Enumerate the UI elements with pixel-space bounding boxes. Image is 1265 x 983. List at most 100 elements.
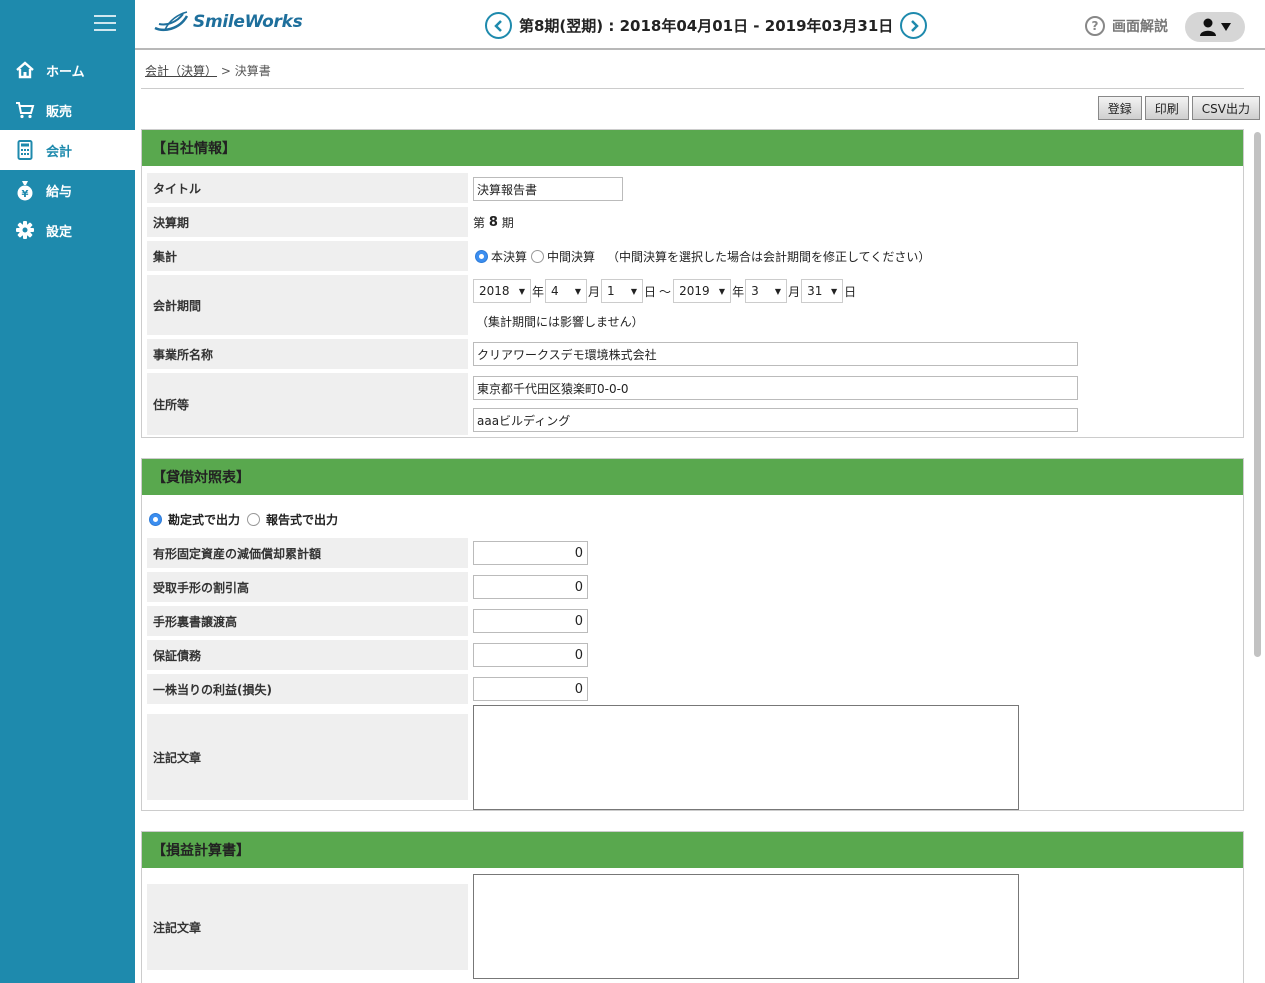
balance-row: 手形裏書譲渡高 [147, 606, 468, 636]
radio-label: 本決算 [491, 249, 528, 264]
income-note-textarea[interactable] [473, 874, 1019, 979]
notes-discount-input[interactable]: 0 [473, 575, 588, 599]
sidebar-item-label: 設定 [46, 224, 73, 240]
help-link[interactable]: ? 画面解説 [1085, 16, 1168, 36]
sidebar-item-label: ホーム [46, 64, 85, 80]
radio-label: 報告式で出力 [266, 513, 339, 527]
print-button[interactable]: 印刷 [1144, 96, 1189, 120]
field-label: 事業所名称 [147, 339, 468, 369]
term-prefix: 第 [473, 215, 486, 230]
month-unit: 月 [788, 284, 801, 299]
note-row: 注記文章 [147, 714, 468, 800]
title-input[interactable]: 決算報告書 [473, 177, 623, 201]
breadcrumb: 会計（決算） > 決算書 [145, 62, 271, 79]
title-row: タイトル [147, 173, 468, 203]
field-label: 住所等 [147, 373, 468, 435]
term-suffix: 期 [501, 215, 514, 230]
income-statement-section: 【損益計算書】 注記文章 [141, 831, 1244, 983]
main-content: 会計（決算） > 決算書 登録 印刷 CSV出力 【自社情報】 タイトル 決算報… [135, 52, 1260, 983]
field-label: 注記文章 [147, 714, 468, 800]
menu-icon[interactable] [94, 15, 116, 33]
register-button[interactable]: 登録 [1097, 96, 1142, 120]
balance-row: 有形固定資産の減価償却累計額 [147, 538, 468, 568]
field-label: 手形裏書譲渡高 [147, 606, 468, 636]
field-label: 決算期 [147, 207, 468, 237]
month-unit: 月 [588, 284, 601, 299]
start-month-select[interactable]: 4 ▼ [545, 279, 588, 303]
balance-note-textarea[interactable] [473, 705, 1019, 810]
endorsed-notes-input[interactable]: 0 [473, 609, 588, 633]
eps-input[interactable]: 0 [473, 677, 588, 701]
breadcrumb-link-accounting[interactable]: 会計（決算） [145, 64, 217, 78]
address-line2-input[interactable]: aaaビルディング [473, 408, 1078, 432]
output-format-options: 勘定式で出力 報告式で出力 [149, 511, 338, 528]
sidebar: ホーム 販売 会計 ¥ 給与 設定 [0, 0, 135, 983]
field-label: 有形固定資産の減価償却累計額 [147, 538, 468, 568]
day-unit: 日 [644, 284, 657, 299]
range-separator: 〜 [659, 284, 672, 299]
depreciation-input[interactable]: 0 [473, 541, 588, 565]
radio-interim-settlement[interactable] [531, 249, 545, 263]
start-year-select[interactable]: 2018 ▼ [473, 279, 531, 303]
end-day-select[interactable]: 31 ▼ [801, 279, 844, 303]
address-line1-input[interactable]: 東京都千代田区猿楽町0-0-0 [473, 376, 1078, 400]
section-header: 【損益計算書】 [142, 832, 1243, 868]
office-row: 事業所名称 [147, 339, 468, 369]
period-note: （集計期間には影響しません） [476, 315, 644, 329]
guarantee-obligation-input[interactable]: 0 [473, 643, 588, 667]
scrollbar[interactable] [1252, 52, 1263, 983]
radio-label: 中間決算 [547, 249, 596, 264]
year-unit: 年 [732, 284, 745, 299]
toolbar: 登録 印刷 CSV出力 [1097, 96, 1260, 120]
radio-report-format[interactable] [247, 513, 261, 526]
sidebar-item-settings[interactable]: 設定 [0, 210, 135, 250]
svg-text:¥: ¥ [22, 189, 29, 200]
period-selector: 第8期(翌期) : 2018年04月01日 - 2019年03月31日 [485, 12, 928, 39]
logo-text: SmileWorks [193, 12, 303, 32]
office-name-input[interactable]: クリアワークスデモ環境株式会社 [473, 342, 1078, 366]
csv-export-button[interactable]: CSV出力 [1191, 96, 1260, 120]
help-label: 画面解説 [1112, 19, 1168, 35]
balance-row: 受取手形の割引高 [147, 572, 468, 602]
yen-bag-icon: ¥ [14, 179, 36, 201]
sidebar-item-payroll[interactable]: ¥ 給与 [0, 170, 135, 210]
balance-sheet-section: 【貸借対照表】 勘定式で出力 報告式で出力 有形固定資産の減価償却累計額 0 受… [141, 458, 1244, 811]
year-unit: 年 [532, 284, 545, 299]
user-menu-button[interactable] [1185, 12, 1245, 42]
sidebar-item-accounting[interactable]: 会計 [0, 130, 135, 170]
radio-final-settlement[interactable] [475, 249, 488, 263]
prev-period-button[interactable] [485, 12, 512, 39]
gear-icon [14, 219, 36, 241]
term-row: 決算期 [147, 207, 468, 237]
divider [141, 88, 1244, 89]
breadcrumb-separator: > [220, 64, 231, 78]
balance-row: 保証債務 [147, 640, 468, 670]
start-day-select[interactable]: 1 ▼ [601, 279, 644, 303]
chevron-left-icon [493, 19, 502, 32]
caret-down-icon [1221, 23, 1231, 31]
radio-account-format[interactable] [149, 513, 162, 526]
section-header: 【貸借対照表】 [142, 459, 1243, 495]
question-icon: ? [1085, 16, 1105, 36]
next-period-button[interactable] [900, 12, 928, 39]
end-year-select[interactable]: 2019 ▼ [673, 279, 732, 303]
calculator-icon [14, 139, 36, 161]
sidebar-item-home[interactable]: ホーム [0, 50, 135, 90]
field-label: 注記文章 [147, 884, 468, 970]
term-number: 8 [488, 214, 498, 230]
end-month-select[interactable]: 3 ▼ [745, 279, 788, 303]
home-icon [14, 59, 36, 81]
cart-icon [14, 99, 36, 121]
logo[interactable]: SmileWorks [153, 10, 303, 34]
scrollbar-thumb[interactable] [1254, 132, 1261, 657]
sidebar-item-label: 会計 [46, 144, 73, 160]
sidebar-item-sales[interactable]: 販売 [0, 90, 135, 130]
field-label: 集計 [147, 241, 468, 271]
field-label: 一株当りの利益(損失) [147, 674, 468, 704]
radio-label: 勘定式で出力 [168, 513, 241, 527]
note-row: 注記文章 [147, 884, 468, 970]
tally-row: 集計 [147, 241, 468, 271]
section-header: 【自社情報】 [142, 130, 1243, 166]
day-unit: 日 [844, 284, 857, 299]
term-value: 第 8 期 [473, 207, 514, 237]
